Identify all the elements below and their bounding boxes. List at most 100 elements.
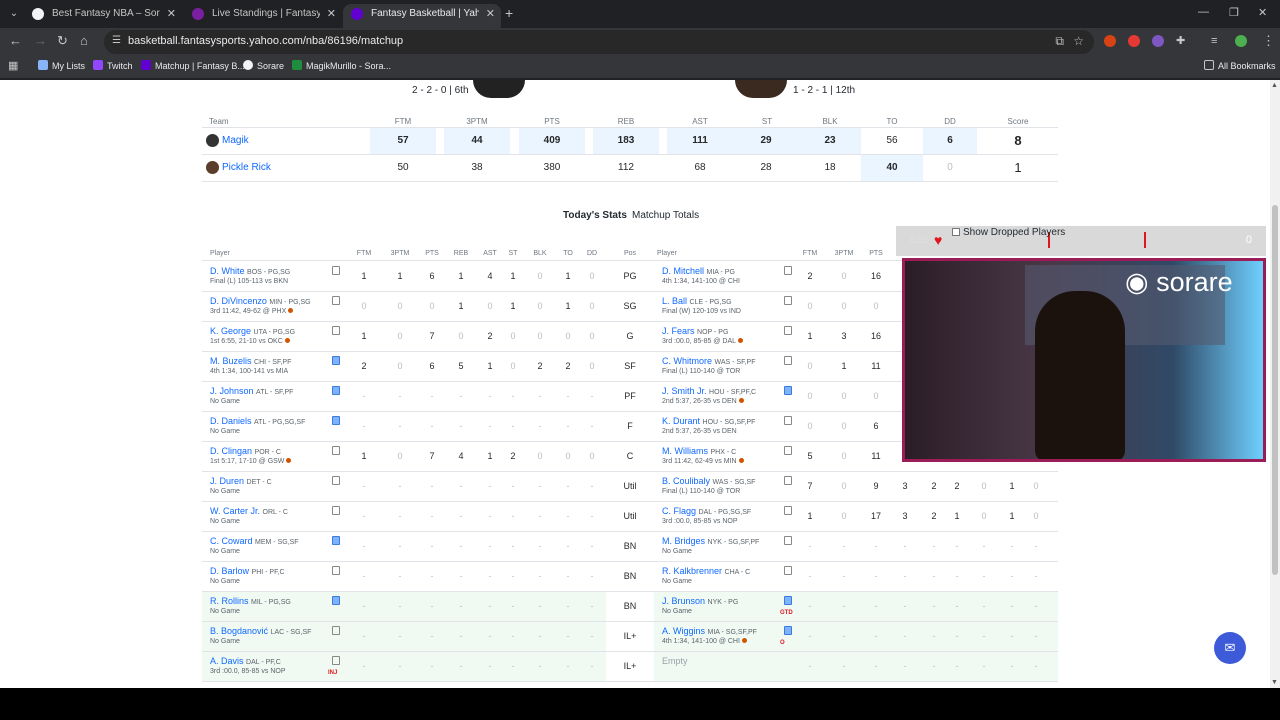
player-name-link[interactable]: L. Ball CLE - PG,SG bbox=[662, 296, 732, 306]
player-name[interactable]: B. Coulibaly bbox=[662, 476, 710, 486]
player-note-icon[interactable] bbox=[332, 296, 340, 305]
player-note-icon[interactable] bbox=[784, 566, 792, 575]
player-note-icon[interactable] bbox=[784, 386, 792, 395]
player-name-link[interactable]: Empty bbox=[662, 656, 688, 666]
player-name[interactable]: K. George bbox=[210, 326, 251, 336]
player-name[interactable]: J. Smith Jr. bbox=[662, 386, 707, 396]
player-note-icon[interactable] bbox=[784, 626, 792, 635]
chat-icon[interactable]: ✉ bbox=[1214, 632, 1246, 664]
install-icon[interactable]: ⧉ bbox=[1055, 34, 1064, 49]
player-name[interactable]: D. Barlow bbox=[210, 566, 249, 576]
player-name[interactable]: J. Fears bbox=[662, 326, 695, 336]
extension-icon[interactable] bbox=[1104, 35, 1116, 47]
player-note-icon[interactable] bbox=[332, 326, 340, 335]
player-name[interactable]: W. Carter Jr. bbox=[210, 506, 260, 516]
address-bar[interactable]: ☰ basketball.fantasysports.yahoo.com/nba… bbox=[104, 30, 1094, 54]
home-icon[interactable]: ⌂ bbox=[80, 34, 88, 48]
apps-icon[interactable]: ▦ bbox=[8, 59, 18, 73]
player-note-icon[interactable] bbox=[332, 596, 340, 605]
window-close-icon[interactable]: ✕ bbox=[1258, 6, 1267, 19]
player-name[interactable]: C. Coward bbox=[210, 536, 253, 546]
bookmark-my-lists[interactable]: My Lists bbox=[38, 60, 85, 71]
player-name-link[interactable]: D. Barlow PHI - PF,C bbox=[210, 566, 285, 576]
team-link[interactable]: Magik bbox=[222, 128, 249, 154]
player-note-icon[interactable] bbox=[784, 356, 792, 365]
player-note-icon[interactable] bbox=[332, 536, 340, 545]
player-name-link[interactable]: B. Bogdanović LAC - SG,SF bbox=[210, 626, 311, 636]
player-note-icon[interactable] bbox=[784, 506, 792, 515]
player-name-link[interactable]: M. Williams PHX - C bbox=[662, 446, 736, 456]
player-name[interactable]: Empty bbox=[662, 656, 688, 666]
player-name-link[interactable]: C. Whitmore WAS - SF,PF bbox=[662, 356, 756, 366]
player-name[interactable]: D. White bbox=[210, 266, 245, 276]
restore-icon[interactable]: ❐ bbox=[1229, 6, 1239, 19]
bookmark-twitch[interactable]: Twitch bbox=[93, 60, 133, 71]
player-note-icon[interactable] bbox=[332, 476, 340, 485]
profile-avatar[interactable] bbox=[1235, 35, 1247, 47]
tab-sorare[interactable]: Best Fantasy NBA – Sorare NBA ✕ bbox=[24, 4, 182, 28]
player-note-icon[interactable] bbox=[332, 566, 340, 575]
scroll-thumb[interactable] bbox=[1272, 205, 1278, 575]
player-name[interactable]: J. Brunson bbox=[662, 596, 705, 606]
player-name-link[interactable]: D. White BOS - PG,SG bbox=[210, 266, 290, 276]
extension-icon[interactable] bbox=[1128, 35, 1140, 47]
player-note-icon[interactable] bbox=[332, 356, 340, 365]
show-dropped-players-toggle[interactable]: Show Dropped Players bbox=[952, 227, 1065, 238]
player-note-icon[interactable] bbox=[332, 626, 340, 635]
forward-icon[interactable]: → bbox=[34, 34, 47, 48]
menu-icon[interactable]: ⋮ bbox=[1262, 34, 1275, 48]
player-name[interactable]: C. Whitmore bbox=[662, 356, 712, 366]
player-name[interactable]: C. Flagg bbox=[662, 506, 696, 516]
scroll-up-icon[interactable]: ▲ bbox=[1271, 82, 1278, 89]
player-name-link[interactable]: D. Mitchell MIA - PG bbox=[662, 266, 735, 276]
player-name[interactable]: L. Ball bbox=[662, 296, 687, 306]
reload-icon[interactable]: ↻ bbox=[57, 34, 68, 48]
player-name[interactable]: R. Kalkbrenner bbox=[662, 566, 722, 576]
tab-fantasy-basketball[interactable]: Fantasy Basketball | Yahoo! Spo ✕ bbox=[343, 4, 501, 28]
player-name-link[interactable]: J. Duren DET - C bbox=[210, 476, 272, 486]
player-note-icon[interactable] bbox=[332, 506, 340, 515]
bookmark-matchup[interactable]: Matchup | Fantasy B... bbox=[141, 60, 245, 71]
minimize-icon[interactable]: — bbox=[1198, 6, 1209, 18]
extensions-puzzle-icon[interactable]: ✚ bbox=[1176, 34, 1185, 48]
bookmark-sorare[interactable]: Sorare bbox=[243, 60, 284, 71]
tab-search-icon[interactable]: ⌄ bbox=[6, 6, 22, 22]
player-name-link[interactable]: J. Brunson NYK - PG bbox=[662, 596, 738, 606]
player-name[interactable]: D. Clingan bbox=[210, 446, 252, 456]
back-icon[interactable]: ← bbox=[9, 34, 22, 48]
player-name[interactable]: M. Williams bbox=[662, 446, 708, 456]
matchup-totals-tab[interactable]: Matchup Totals bbox=[632, 210, 699, 221]
player-name-link[interactable]: D. DiVincenzo MIN - PG,SG bbox=[210, 296, 311, 306]
player-name-link[interactable]: B. Coulibaly WAS - SG,SF bbox=[662, 476, 755, 486]
player-name-link[interactable]: R. Kalkbrenner CHA - C bbox=[662, 566, 750, 576]
player-note-icon[interactable] bbox=[784, 476, 792, 485]
player-name-link[interactable]: J. Fears NOP - PG bbox=[662, 326, 728, 336]
player-name-link[interactable]: J. Johnson ATL - SF,PF bbox=[210, 386, 293, 396]
player-name[interactable]: R. Rollins bbox=[210, 596, 249, 606]
player-note-icon[interactable] bbox=[784, 296, 792, 305]
tab-live-standings[interactable]: Live Standings | Fantasy Basketb ✕ bbox=[184, 4, 342, 28]
scroll-down-icon[interactable]: ▼ bbox=[1271, 679, 1278, 686]
close-icon[interactable]: ✕ bbox=[327, 4, 336, 24]
player-name-link[interactable]: D. Clingan POR - C bbox=[210, 446, 281, 456]
page-scrollbar[interactable]: ▲ ▼ bbox=[1270, 80, 1280, 688]
player-name[interactable]: D. Daniels bbox=[210, 416, 252, 426]
player-name[interactable]: D. Mitchell bbox=[662, 266, 704, 276]
team-link[interactable]: Pickle Rick bbox=[222, 155, 271, 181]
bookmark-star-icon[interactable]: ☆ bbox=[1073, 34, 1084, 48]
close-icon[interactable]: ✕ bbox=[486, 4, 495, 24]
site-info-icon[interactable]: ☰ bbox=[112, 35, 121, 46]
player-name[interactable]: M. Bridges bbox=[662, 536, 705, 546]
player-note-icon[interactable] bbox=[784, 266, 792, 275]
player-name[interactable]: D. DiVincenzo bbox=[210, 296, 267, 306]
player-name-link[interactable]: J. Smith Jr. HOU - SF,PF,C bbox=[662, 386, 756, 396]
player-name-link[interactable]: A. Davis DAL - PF,C bbox=[210, 656, 281, 666]
bookmark-magikmurillo[interactable]: MagikMurillo - Sora... bbox=[292, 60, 391, 71]
player-name-link[interactable]: M. Buzelis CHI - SF,PF bbox=[210, 356, 291, 366]
player-name[interactable]: A. Davis bbox=[210, 656, 244, 666]
player-note-icon[interactable] bbox=[784, 446, 792, 455]
player-note-icon[interactable] bbox=[332, 656, 340, 665]
checkbox[interactable] bbox=[952, 228, 960, 236]
player-note-icon[interactable] bbox=[784, 596, 792, 605]
player-note-icon[interactable] bbox=[332, 266, 340, 275]
